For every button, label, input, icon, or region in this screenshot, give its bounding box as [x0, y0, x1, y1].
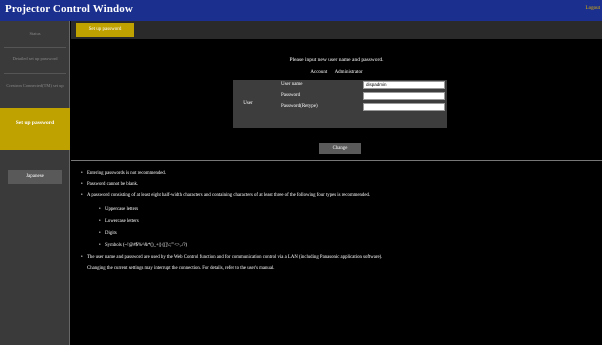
sidebar-divider: [4, 73, 66, 74]
sidebar-item-detailed-set-up[interactable]: Detailed set up password: [0, 56, 70, 62]
list-item: • A password consisting of at least eight…: [81, 193, 371, 198]
list-item: • Digits: [99, 231, 117, 236]
list-item: • Entering passwords is not recommended.: [81, 171, 166, 176]
section-divider: [71, 160, 602, 161]
title-bar: Projector Control Window Logout: [0, 0, 602, 21]
password-label: Password: [281, 93, 301, 98]
sidebar-divider: [4, 47, 66, 48]
sidebar: Status Detailed set up password Crestron…: [0, 21, 70, 345]
account-label: Account: [310, 70, 328, 75]
list-item: • Symbols (~!@#$%^&*()_+|}{[]\:;"'<>,./?): [99, 243, 188, 248]
password-retype-label: Password(Retype): [281, 104, 318, 109]
list-item: • Password cannot be blank.: [81, 182, 139, 187]
account-value: Administrator: [334, 70, 363, 75]
list-item: • Lowercase letters: [99, 219, 139, 224]
app-title: Projector Control Window: [5, 3, 133, 15]
form-prompt: Please input new user name and password.: [289, 57, 384, 63]
sidebar-item-crestron[interactable]: Crestron Connected(TM) set up: [0, 83, 70, 89]
sidebar-item-set-up-password[interactable]: Set up password: [0, 108, 70, 150]
user-name-label: User name: [281, 82, 303, 87]
sidebar-item-status[interactable]: Status: [0, 31, 70, 37]
user-name-input[interactable]: dispadmin: [363, 81, 445, 89]
change-button[interactable]: Change: [319, 143, 361, 154]
main-content: Set up password Please input new user na…: [71, 21, 602, 345]
list-item: Changing the current settings may interr…: [87, 266, 275, 271]
account-row: Account Administrator: [71, 70, 602, 75]
list-item: • Uppercase letters: [99, 207, 139, 212]
user-credentials-box: User User name dispadmin Password Passwo…: [233, 80, 447, 128]
tab-set-up-password[interactable]: Set up password: [76, 23, 134, 37]
password-retype-input[interactable]: [363, 103, 445, 111]
password-input[interactable]: [363, 92, 445, 100]
language-button[interactable]: Japanese: [8, 170, 62, 184]
user-label: User: [243, 101, 253, 106]
logout-link[interactable]: Logout: [586, 6, 600, 11]
list-item: • The user name and password are used by …: [81, 255, 383, 260]
tab-strip: Set up password: [71, 21, 602, 39]
